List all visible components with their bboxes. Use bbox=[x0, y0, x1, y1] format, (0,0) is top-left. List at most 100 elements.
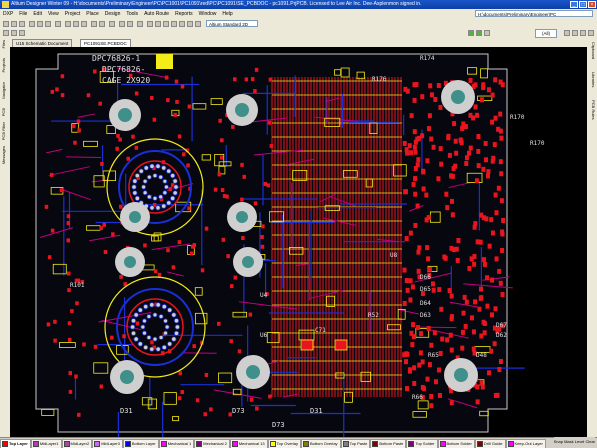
designator-d67: D67 bbox=[496, 322, 507, 329]
new-icon[interactable] bbox=[3, 21, 9, 27]
altium-window: Altium Designer Winter 09 - H:\documents… bbox=[0, 0, 597, 447]
designator-r174: R174 bbox=[420, 55, 435, 62]
layer-swatch-icon bbox=[270, 441, 276, 447]
layer-swatch-icon bbox=[161, 441, 167, 447]
panel-tab-messages[interactable]: Messages bbox=[1, 146, 8, 164]
designator-r101: R101 bbox=[70, 282, 85, 289]
window-title: Altium Designer Winter 09 - H:\documents… bbox=[11, 1, 421, 7]
view-config-select[interactable]: Altium Standard 2D bbox=[206, 20, 258, 27]
designator-d48: D48 bbox=[476, 352, 487, 359]
layer-swatch-icon bbox=[372, 441, 378, 447]
path-input[interactable]: H:\documents\Preliminary\Engineer\PC bbox=[475, 10, 593, 17]
layer-label: Bottom Layer bbox=[132, 441, 156, 446]
copy-icon[interactable] bbox=[73, 21, 79, 27]
layer-swatch-icon bbox=[408, 441, 414, 447]
interactive-route-icon[interactable] bbox=[147, 21, 153, 27]
layer-label: MidLayer3 bbox=[101, 441, 120, 446]
redo-icon[interactable] bbox=[127, 21, 133, 27]
place-fill-icon[interactable] bbox=[179, 21, 185, 27]
designator-u6: U6 bbox=[260, 332, 268, 339]
layer-swatch-icon bbox=[477, 441, 483, 447]
bookmark-icon[interactable] bbox=[572, 30, 578, 36]
select-icon[interactable] bbox=[91, 21, 97, 27]
layer-label: Top Overlay bbox=[277, 441, 298, 446]
panel-tab-navigator[interactable]: Navigator bbox=[1, 82, 8, 99]
menu-view[interactable]: View bbox=[45, 9, 62, 19]
designator-d62: D62 bbox=[496, 332, 507, 339]
menu-window[interactable]: Window bbox=[196, 9, 220, 19]
paste-icon[interactable] bbox=[81, 21, 87, 27]
maximize-button[interactable]: □ bbox=[579, 1, 587, 8]
move-icon[interactable] bbox=[99, 21, 105, 27]
menu-reports[interactable]: Reports bbox=[172, 9, 196, 19]
menu-dxp[interactable]: DXP bbox=[0, 9, 16, 19]
panel-tab-projects[interactable]: Projects bbox=[1, 58, 8, 72]
panel-tab-pcb[interactable]: PCB bbox=[1, 108, 8, 116]
zoom-in-icon[interactable] bbox=[37, 21, 43, 27]
layout-icon[interactable] bbox=[580, 30, 586, 36]
save-icon[interactable] bbox=[19, 21, 25, 27]
designator-d73b: D73 bbox=[272, 421, 285, 429]
menu-file[interactable]: File bbox=[16, 9, 30, 19]
forward-icon[interactable] bbox=[476, 30, 482, 36]
menu-place[interactable]: Place bbox=[83, 9, 102, 19]
component-u-center-2 bbox=[335, 340, 347, 350]
designator-d64: D64 bbox=[420, 300, 431, 307]
designator-d63: D63 bbox=[420, 312, 431, 319]
layer-swatch-icon bbox=[440, 441, 446, 447]
place-pad-icon[interactable] bbox=[155, 21, 161, 27]
mask-level-button[interactable]: Mask Level bbox=[564, 439, 584, 444]
overflow-icon[interactable] bbox=[588, 30, 594, 36]
menu-project[interactable]: Project bbox=[62, 9, 84, 19]
clear-button[interactable]: Clear bbox=[585, 439, 595, 444]
menu-design[interactable]: Design bbox=[102, 9, 124, 19]
nav-filter-select[interactable]: (All) bbox=[535, 29, 557, 38]
layer-swatch-icon bbox=[232, 441, 238, 447]
place-string-icon[interactable] bbox=[187, 21, 193, 27]
designator-r176: R176 bbox=[372, 76, 387, 83]
align-icon[interactable] bbox=[19, 30, 25, 36]
menu-edit[interactable]: Edit bbox=[30, 9, 45, 19]
undo-icon[interactable] bbox=[119, 21, 125, 27]
open-icon[interactable] bbox=[11, 21, 17, 27]
fiducial-square bbox=[156, 54, 173, 69]
cut-icon[interactable] bbox=[65, 21, 71, 27]
layer-label: Keep-Out Layer bbox=[515, 441, 543, 446]
panel-tab-pcb-rules[interactable]: PCB Rules bbox=[589, 100, 596, 120]
designator-d31b: D31 bbox=[310, 407, 323, 415]
dimension-icon[interactable] bbox=[11, 30, 17, 36]
grid-icon[interactable] bbox=[137, 21, 143, 27]
layer-label: Bottom Paste bbox=[379, 441, 403, 446]
secondary-toolbar bbox=[0, 29, 597, 38]
layer-tabs-bar: Top LayerMidLayer1MidLayer2MidLayer3Bott… bbox=[0, 437, 597, 448]
pcb-canvas[interactable]: DPC76826-1 DPC76826- CAGE 2X920 R174 R17… bbox=[10, 47, 587, 437]
place-arc-icon[interactable] bbox=[171, 21, 177, 27]
line-icon[interactable] bbox=[3, 30, 9, 36]
place-via-icon[interactable] bbox=[163, 21, 169, 27]
menu-auto-route[interactable]: Auto Route bbox=[141, 9, 172, 19]
panel-tab-clipboard[interactable]: Clipboard bbox=[589, 42, 596, 59]
layer-label: MidLayer2 bbox=[71, 441, 90, 446]
back-icon[interactable] bbox=[468, 30, 474, 36]
zoom-fit-icon[interactable] bbox=[55, 21, 61, 27]
layer-label: Mechanical 1 bbox=[168, 441, 192, 446]
panel-tab-pcb-filter[interactable]: PCB Filter bbox=[1, 122, 8, 140]
place-component-icon[interactable] bbox=[195, 21, 201, 27]
layer-swatch-icon bbox=[303, 441, 309, 447]
menu-help[interactable]: Help bbox=[219, 9, 235, 19]
snap-button[interactable]: Snap bbox=[554, 439, 563, 444]
panel-tab-libraries[interactable]: Libraries bbox=[589, 72, 596, 87]
close-button[interactable]: × bbox=[588, 1, 596, 8]
zoom-out-icon[interactable] bbox=[45, 21, 51, 27]
menu-tools[interactable]: Tools bbox=[123, 9, 141, 19]
layer-swatch-icon bbox=[343, 441, 349, 447]
home-icon[interactable] bbox=[484, 30, 490, 36]
print-icon[interactable] bbox=[29, 21, 35, 27]
deselect-icon[interactable] bbox=[109, 21, 115, 27]
layer-label: Bottom Solder bbox=[447, 441, 472, 446]
minimize-button[interactable]: _ bbox=[570, 1, 578, 8]
panel-tab-files[interactable]: Files bbox=[1, 40, 8, 48]
nav-menu-icon[interactable] bbox=[564, 30, 570, 36]
layer-label: Mechanical 2 bbox=[203, 441, 227, 446]
layer-label: MidLayer1 bbox=[40, 441, 59, 446]
